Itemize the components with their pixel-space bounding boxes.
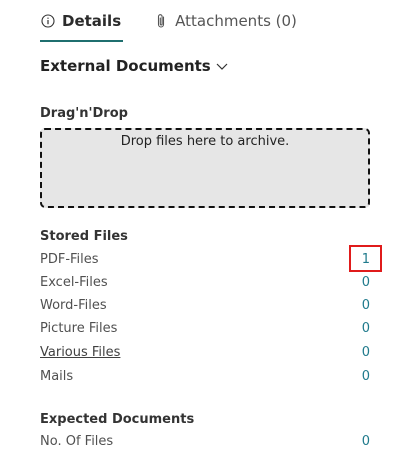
row-value-link[interactable]: 0: [362, 369, 370, 384]
factbox-panel: Details Attachments (0) External Documen…: [0, 0, 407, 470]
stored-files-row-word: Word-Files 0: [40, 298, 370, 318]
stored-files-title: Stored Files: [40, 229, 128, 244]
various-files-link[interactable]: Various Files: [40, 345, 120, 360]
highlight-annotation: [349, 245, 382, 272]
row-value-link[interactable]: 0: [362, 275, 370, 290]
row-value-link[interactable]: 0: [362, 345, 370, 360]
tab-details[interactable]: Details: [40, 0, 124, 42]
row-label: No. Of Files: [40, 434, 114, 449]
row-label: PDF-Files: [40, 252, 99, 267]
tab-attachments[interactable]: Attachments (0): [153, 0, 297, 41]
expected-documents-title: Expected Documents: [40, 412, 195, 427]
tab-bar: Details Attachments (0): [40, 0, 297, 44]
row-value-link[interactable]: 0: [362, 298, 370, 313]
file-dropzone[interactable]: Drop files here to archive.: [40, 128, 370, 208]
chevron-down-icon: [215, 59, 229, 73]
row-label: Mails: [40, 369, 74, 384]
paperclip-icon: [153, 13, 169, 29]
row-value-link[interactable]: 0: [362, 321, 370, 336]
dragdrop-label: Drag'n'Drop: [40, 106, 128, 121]
tab-details-label: Details: [62, 11, 122, 30]
stored-files-row-pdf: PDF-Files 1: [40, 252, 370, 272]
section-title: External Documents: [40, 57, 211, 75]
stored-files-row-mails: Mails 0: [40, 369, 370, 389]
expected-documents-row-count: No. Of Files 0: [40, 434, 370, 454]
stored-files-row-excel: Excel-Files 0: [40, 275, 370, 295]
stored-files-row-picture: Picture Files 0: [40, 321, 370, 341]
dropzone-prompt: Drop files here to archive.: [120, 134, 290, 149]
row-label: Excel-Files: [40, 275, 108, 290]
row-label: Word-Files: [40, 298, 107, 313]
external-documents-header[interactable]: External Documents: [40, 57, 229, 75]
tab-attachments-label: Attachments (0): [175, 11, 297, 30]
info-circle-icon: [40, 13, 56, 29]
row-label: Picture Files: [40, 321, 118, 336]
row-value-link[interactable]: 0: [362, 434, 370, 449]
stored-files-row-various: Various Files 0: [40, 345, 370, 365]
